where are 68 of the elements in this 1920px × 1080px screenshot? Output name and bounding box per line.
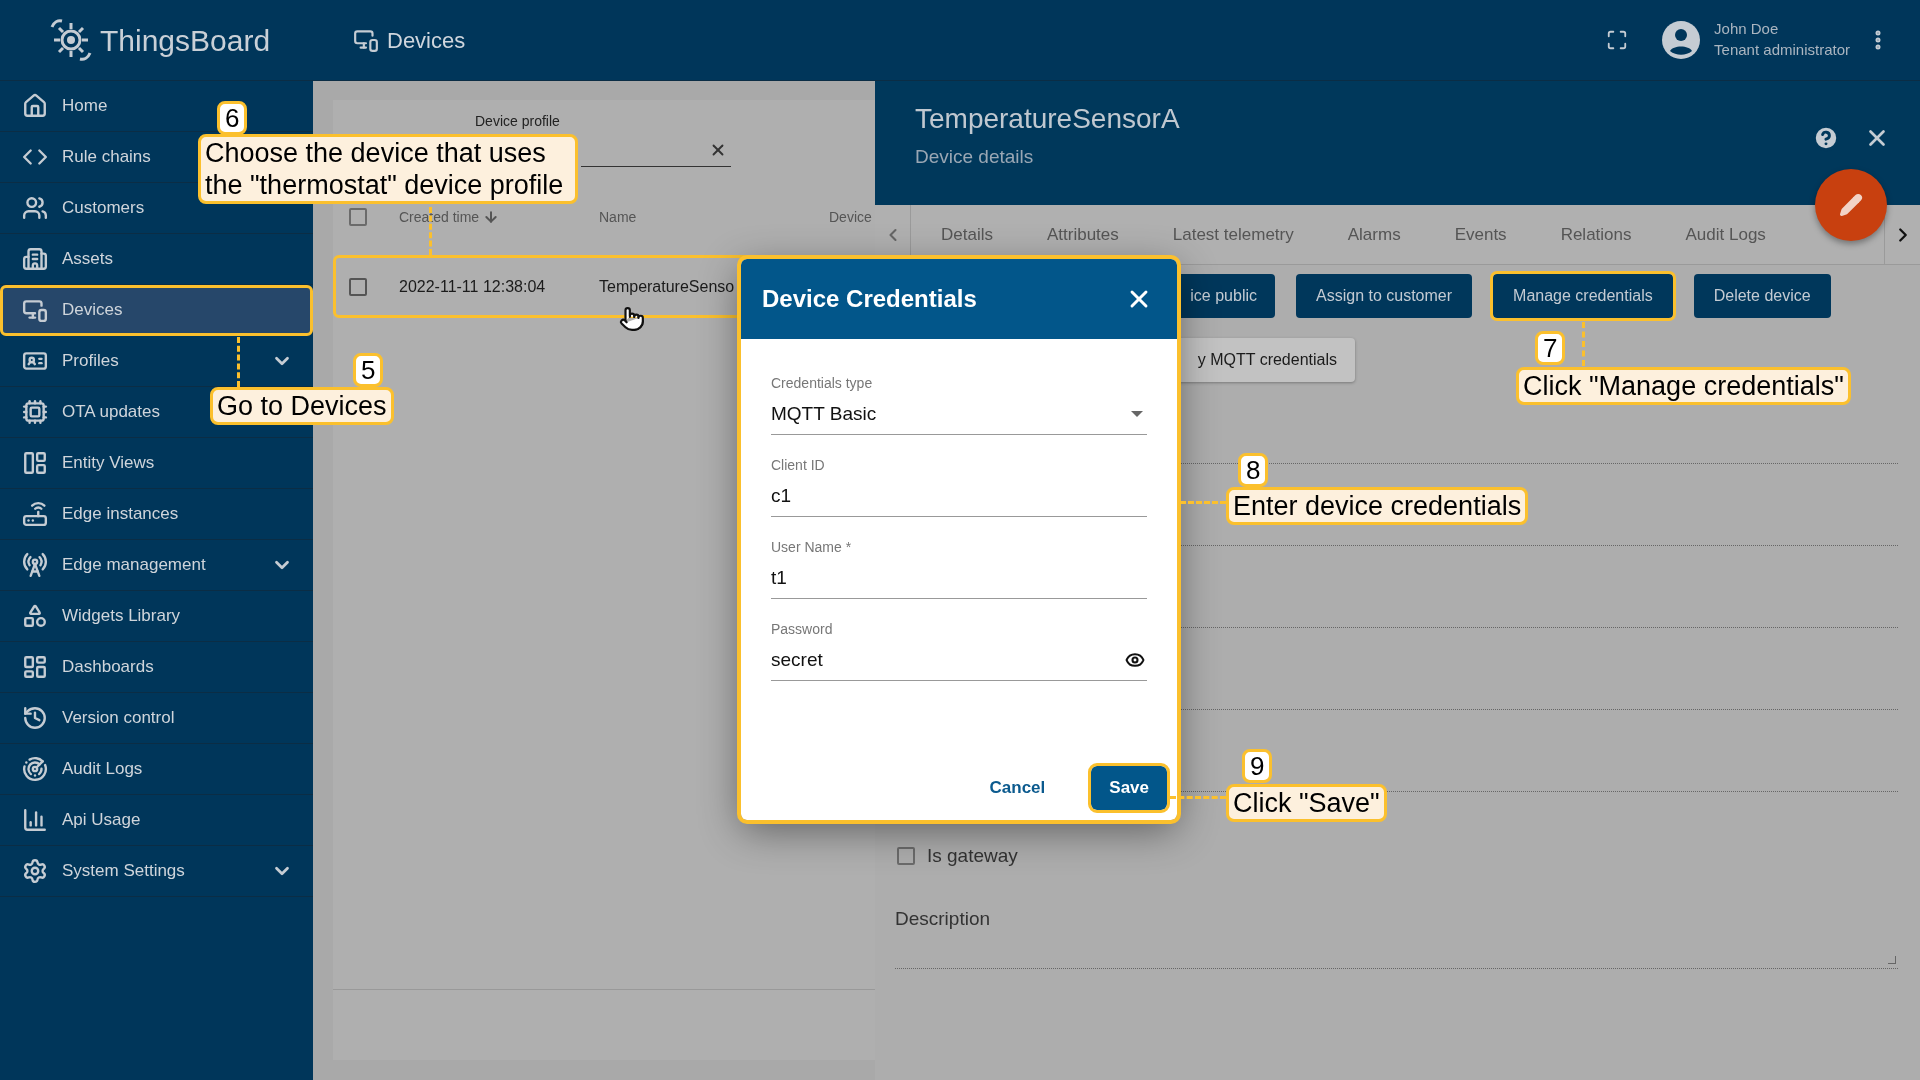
dropdown-arrow-icon — [1131, 410, 1143, 417]
gateway-checkbox[interactable] — [897, 847, 915, 866]
input-field[interactable]: User Name * t1 — [771, 535, 1147, 599]
sidebar-item[interactable]: Edge management — [0, 540, 313, 591]
device-title: TemperatureSensorA — [915, 102, 1180, 136]
people-icon — [22, 195, 48, 221]
action-button[interactable]: Delete device — [1693, 274, 1831, 318]
table-cell-text: TemperatureSenso — [599, 276, 735, 297]
widgets-icon — [22, 603, 48, 629]
radar-icon — [22, 756, 48, 782]
antenna-icon — [22, 552, 48, 578]
history-icon — [22, 705, 48, 731]
step-number-tooltip: 6 — [217, 101, 248, 135]
sidebar-item[interactable]: Api Usage — [0, 795, 313, 846]
sidebar-item[interactable]: Dashboards — [0, 642, 313, 693]
devices-icon — [353, 27, 379, 53]
step-number-tooltip: 9 — [1242, 749, 1273, 783]
save-button[interactable]: Save — [1091, 766, 1167, 810]
home-icon — [22, 93, 48, 119]
cancel-button[interactable]: Cancel — [971, 766, 1064, 810]
step-number-tooltip: 5 — [353, 353, 384, 387]
action-button[interactable]: Assign to customer — [1296, 274, 1473, 318]
device-subtitle: Device details — [915, 145, 1035, 169]
grid-icon — [22, 450, 48, 476]
step-number-tooltip: 7 — [1535, 331, 1566, 365]
input-field[interactable]: Client ID c1 — [771, 453, 1147, 517]
hand-cursor-icon — [619, 306, 645, 332]
page-title: Devices — [387, 26, 466, 55]
building-icon — [22, 246, 48, 272]
select-all-checkbox[interactable] — [349, 208, 367, 226]
tab[interactable]: Latest telemetry — [1172, 221, 1294, 248]
row-checkbox[interactable] — [349, 277, 367, 296]
help-icon[interactable] — [1812, 124, 1840, 152]
sidebar-item[interactable]: Widgets Library — [0, 591, 313, 642]
dashboard-icon — [22, 654, 48, 680]
sidebar-item[interactable]: Devices — [0, 285, 313, 336]
sidebar-item[interactable]: Entity Views — [0, 438, 313, 489]
instruction-tooltip: Enter device credentials — [1226, 487, 1529, 525]
instruction-tooltip: Click "Save" — [1226, 784, 1387, 822]
tab[interactable]: Relations — [1560, 221, 1632, 248]
sidebar-item[interactable]: System Settings — [0, 846, 313, 897]
chip-icon — [22, 399, 48, 425]
description-field[interactable]: Description — [895, 904, 1898, 969]
sidebar-item[interactable]: Version control — [0, 693, 313, 744]
instruction-tooltip: Go to Devices — [210, 387, 394, 425]
filter-label: Device profile — [475, 112, 560, 131]
dialog-title: Device Credentials — [762, 284, 978, 314]
table-cell-text: 2022-11-11 12:38:04 — [399, 276, 547, 297]
instruction-tooltip: Choose the device that uses the "thermostat" device profile — [198, 134, 578, 204]
bar-chart-icon — [22, 807, 48, 833]
settings-icon — [22, 858, 48, 884]
avatar-icon[interactable] — [1662, 21, 1701, 59]
sidebar-item[interactable]: Audit Logs — [0, 744, 313, 795]
action-button[interactable]: Manage credentials — [1493, 274, 1673, 318]
tab[interactable]: Alarms — [1347, 221, 1401, 248]
sidebar-item[interactable]: Edge instances — [0, 489, 313, 540]
checkbox-label: Is gateway — [927, 844, 1018, 868]
pencil-icon — [1839, 193, 1863, 217]
step-number-tooltip: 8 — [1238, 453, 1269, 487]
input-field[interactable]: Password secret — [771, 617, 1147, 681]
user-name: John Doe — [1714, 19, 1780, 39]
router-icon — [22, 501, 48, 527]
devices-icon — [22, 297, 48, 323]
user-role: Tenant administrator — [1714, 40, 1850, 60]
brand-name: ThingsBoard — [100, 22, 271, 59]
fullscreen-icon[interactable] — [1606, 29, 1629, 51]
select-field[interactable]: Credentials type MQTT Basic — [771, 371, 1147, 435]
instruction-tooltip: Click "Manage credentials" — [1516, 367, 1851, 405]
